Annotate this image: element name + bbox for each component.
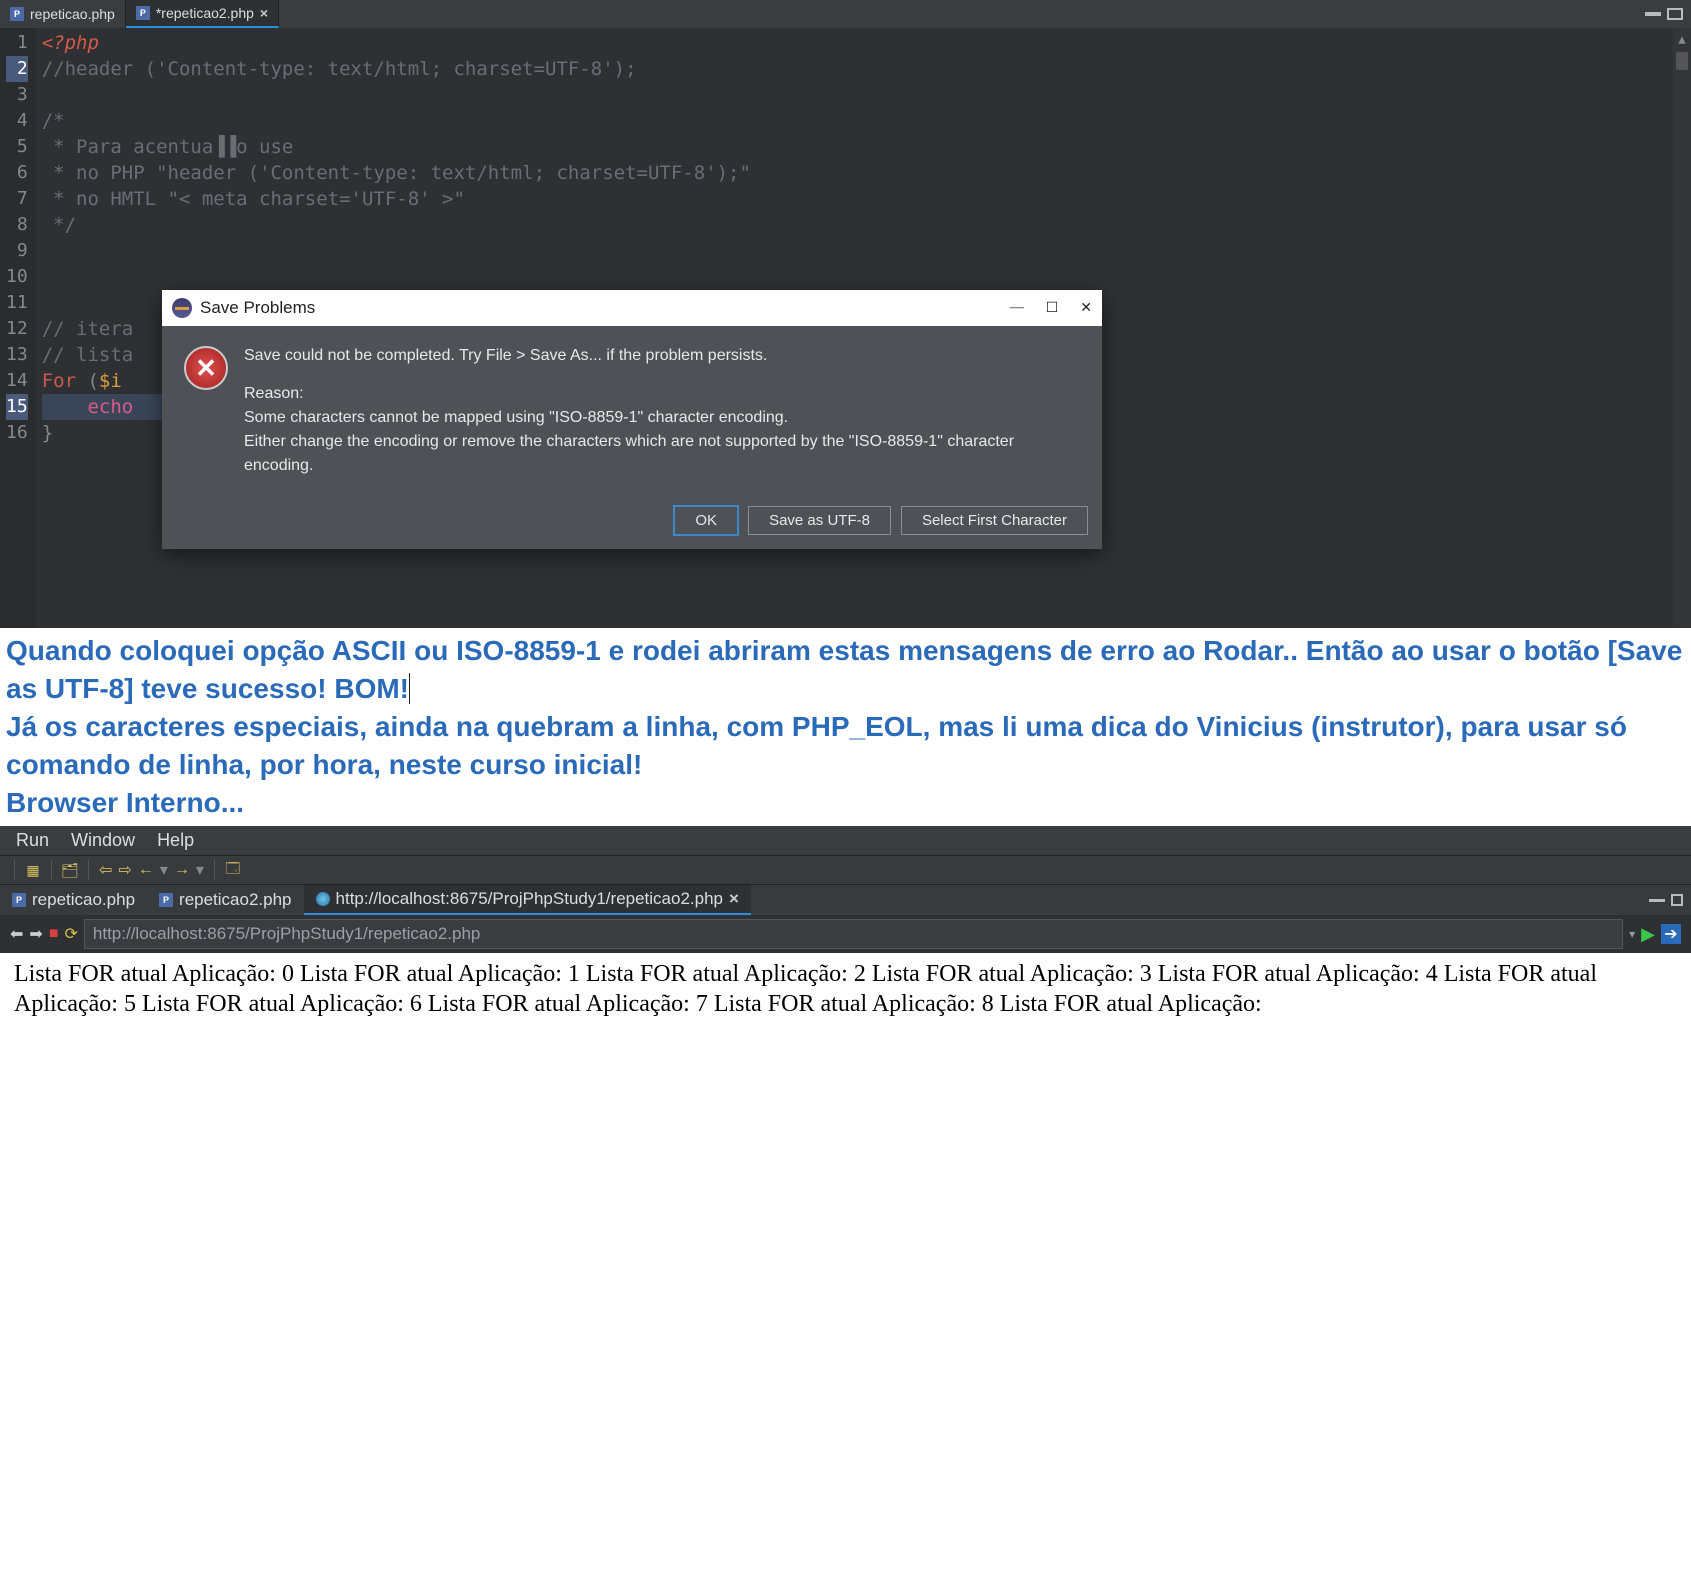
globe-icon	[316, 892, 330, 906]
scroll-thumb[interactable]	[1676, 52, 1688, 70]
save-as-utf8-button[interactable]: Save as UTF-8	[748, 506, 891, 535]
ok-button[interactable]: OK	[674, 506, 738, 535]
select-first-character-button[interactable]: Select First Character	[901, 506, 1088, 535]
nav-back-icon[interactable]: ←	[138, 861, 154, 879]
tab-label: repeticao.php	[30, 6, 115, 22]
menu-run[interactable]: Run	[16, 830, 49, 851]
dialog-reason-2: Either change the encoding or remove the…	[244, 430, 1080, 478]
refresh-icon[interactable]: ⟳	[64, 924, 77, 944]
tab-repeticao[interactable]: P repeticao.php	[0, 885, 147, 915]
dialog-reason-1: Some characters cannot be mapped using "…	[244, 406, 1080, 430]
open-external-icon[interactable]: ➔	[1661, 924, 1681, 944]
tab-repeticao[interactable]: P repeticao.php	[0, 0, 126, 28]
dialog-buttons: OK Save as UTF-8 Select First Character	[162, 498, 1102, 549]
maximize-icon[interactable]	[1671, 894, 1683, 906]
menu-help[interactable]: Help	[157, 830, 194, 851]
dialog-minimize-icon[interactable]: —	[1010, 300, 1024, 317]
toolbar-icon[interactable]: 🗂	[62, 862, 78, 878]
php-file-icon: P	[159, 893, 173, 907]
maximize-icon[interactable]	[1667, 8, 1683, 20]
save-problems-dialog: Save Problems — ☐ ✕ ✕ Save could not be …	[162, 290, 1102, 549]
dialog-close-icon[interactable]: ✕	[1080, 300, 1092, 317]
dialog-titlebar[interactable]: Save Problems — ☐ ✕	[162, 290, 1102, 326]
vertical-scrollbar[interactable]: ▴	[1673, 28, 1691, 628]
toolbar-icon[interactable]: 🗔	[225, 862, 241, 878]
minimize-icon[interactable]	[1649, 899, 1665, 902]
menubar: Run Window Help	[0, 826, 1691, 855]
editor-pane: P repeticao.php P *repeticao2.php × 1 2 …	[0, 0, 1691, 628]
nav-back-icon[interactable]: ⇦	[99, 860, 112, 880]
minimize-icon[interactable]	[1645, 12, 1661, 16]
nav-forward-icon[interactable]: ⇨	[118, 860, 131, 880]
user-commentary: Quando coloquei opção ASCII ou ISO-8859-…	[0, 628, 1691, 826]
tab-label: http://localhost:8675/ProjPhpStudy1/repe…	[336, 889, 724, 909]
toolbar-icon[interactable]: ▦	[25, 862, 41, 878]
tab-repeticao2[interactable]: P repeticao2.php	[147, 885, 303, 915]
tab-repeticao2[interactable]: P *repeticao2.php ×	[126, 0, 279, 28]
browser-output: Lista FOR atual Aplicação: 0 Lista FOR a…	[0, 953, 1691, 1029]
eclipse-icon	[172, 298, 192, 318]
back-icon[interactable]: ⬅	[10, 924, 23, 944]
url-input[interactable]	[84, 919, 1623, 949]
tab-label: *repeticao2.php	[156, 5, 254, 21]
browser-tabbar: P repeticao.php P repeticao2.php http://…	[0, 885, 1691, 915]
commentary-p2: Já os caracteres especiais, ainda na que…	[6, 711, 1627, 780]
tab-label: repeticao.php	[32, 890, 135, 910]
tab-browser[interactable]: http://localhost:8675/ProjPhpStudy1/repe…	[304, 885, 751, 915]
go-icon[interactable]: ▶	[1641, 924, 1655, 945]
tab-close-icon[interactable]: ×	[260, 5, 268, 21]
php-file-icon: P	[10, 7, 24, 21]
line-gutter: 1 2 3 4 5 6 7 8 9 10 11 12 13 14 15 16	[0, 28, 36, 628]
dialog-message: Save could not be completed. Try File > …	[244, 344, 1080, 368]
nav-forward-icon[interactable]: →	[174, 861, 190, 879]
tab-label: repeticao2.php	[179, 890, 291, 910]
editor-tabbar: P repeticao.php P *repeticao2.php ×	[0, 0, 1691, 28]
commentary-p3: Browser Interno...	[6, 787, 244, 818]
dialog-body: ✕ Save could not be completed. Try File …	[162, 326, 1102, 498]
browser-nav: ⬅ ➡ ■ ⟳ ▾ ▶ ➔	[0, 915, 1691, 953]
php-file-icon: P	[12, 893, 26, 907]
dialog-reason-label: Reason:	[244, 382, 1080, 406]
forward-icon[interactable]: ➡	[29, 924, 42, 944]
error-icon: ✕	[184, 346, 228, 390]
toolbar: ▦ 🗂 ⇦ ⇨ ← ▾ → ▾ 🗔	[0, 855, 1691, 885]
menu-window[interactable]: Window	[71, 830, 135, 851]
dialog-maximize-icon[interactable]: ☐	[1046, 300, 1059, 317]
ide-bottom-pane: Run Window Help ▦ 🗂 ⇦ ⇨ ← ▾ → ▾ 🗔 P repe…	[0, 826, 1691, 1029]
url-dropdown-icon[interactable]: ▾	[1629, 927, 1635, 941]
commentary-p1: Quando coloquei opção ASCII ou ISO-8859-…	[6, 635, 1682, 704]
tab-close-icon[interactable]: ×	[729, 889, 739, 909]
dialog-title: Save Problems	[200, 298, 315, 318]
php-file-icon: P	[136, 6, 150, 20]
stop-icon[interactable]: ■	[49, 925, 59, 943]
pane-controls	[1645, 0, 1691, 28]
